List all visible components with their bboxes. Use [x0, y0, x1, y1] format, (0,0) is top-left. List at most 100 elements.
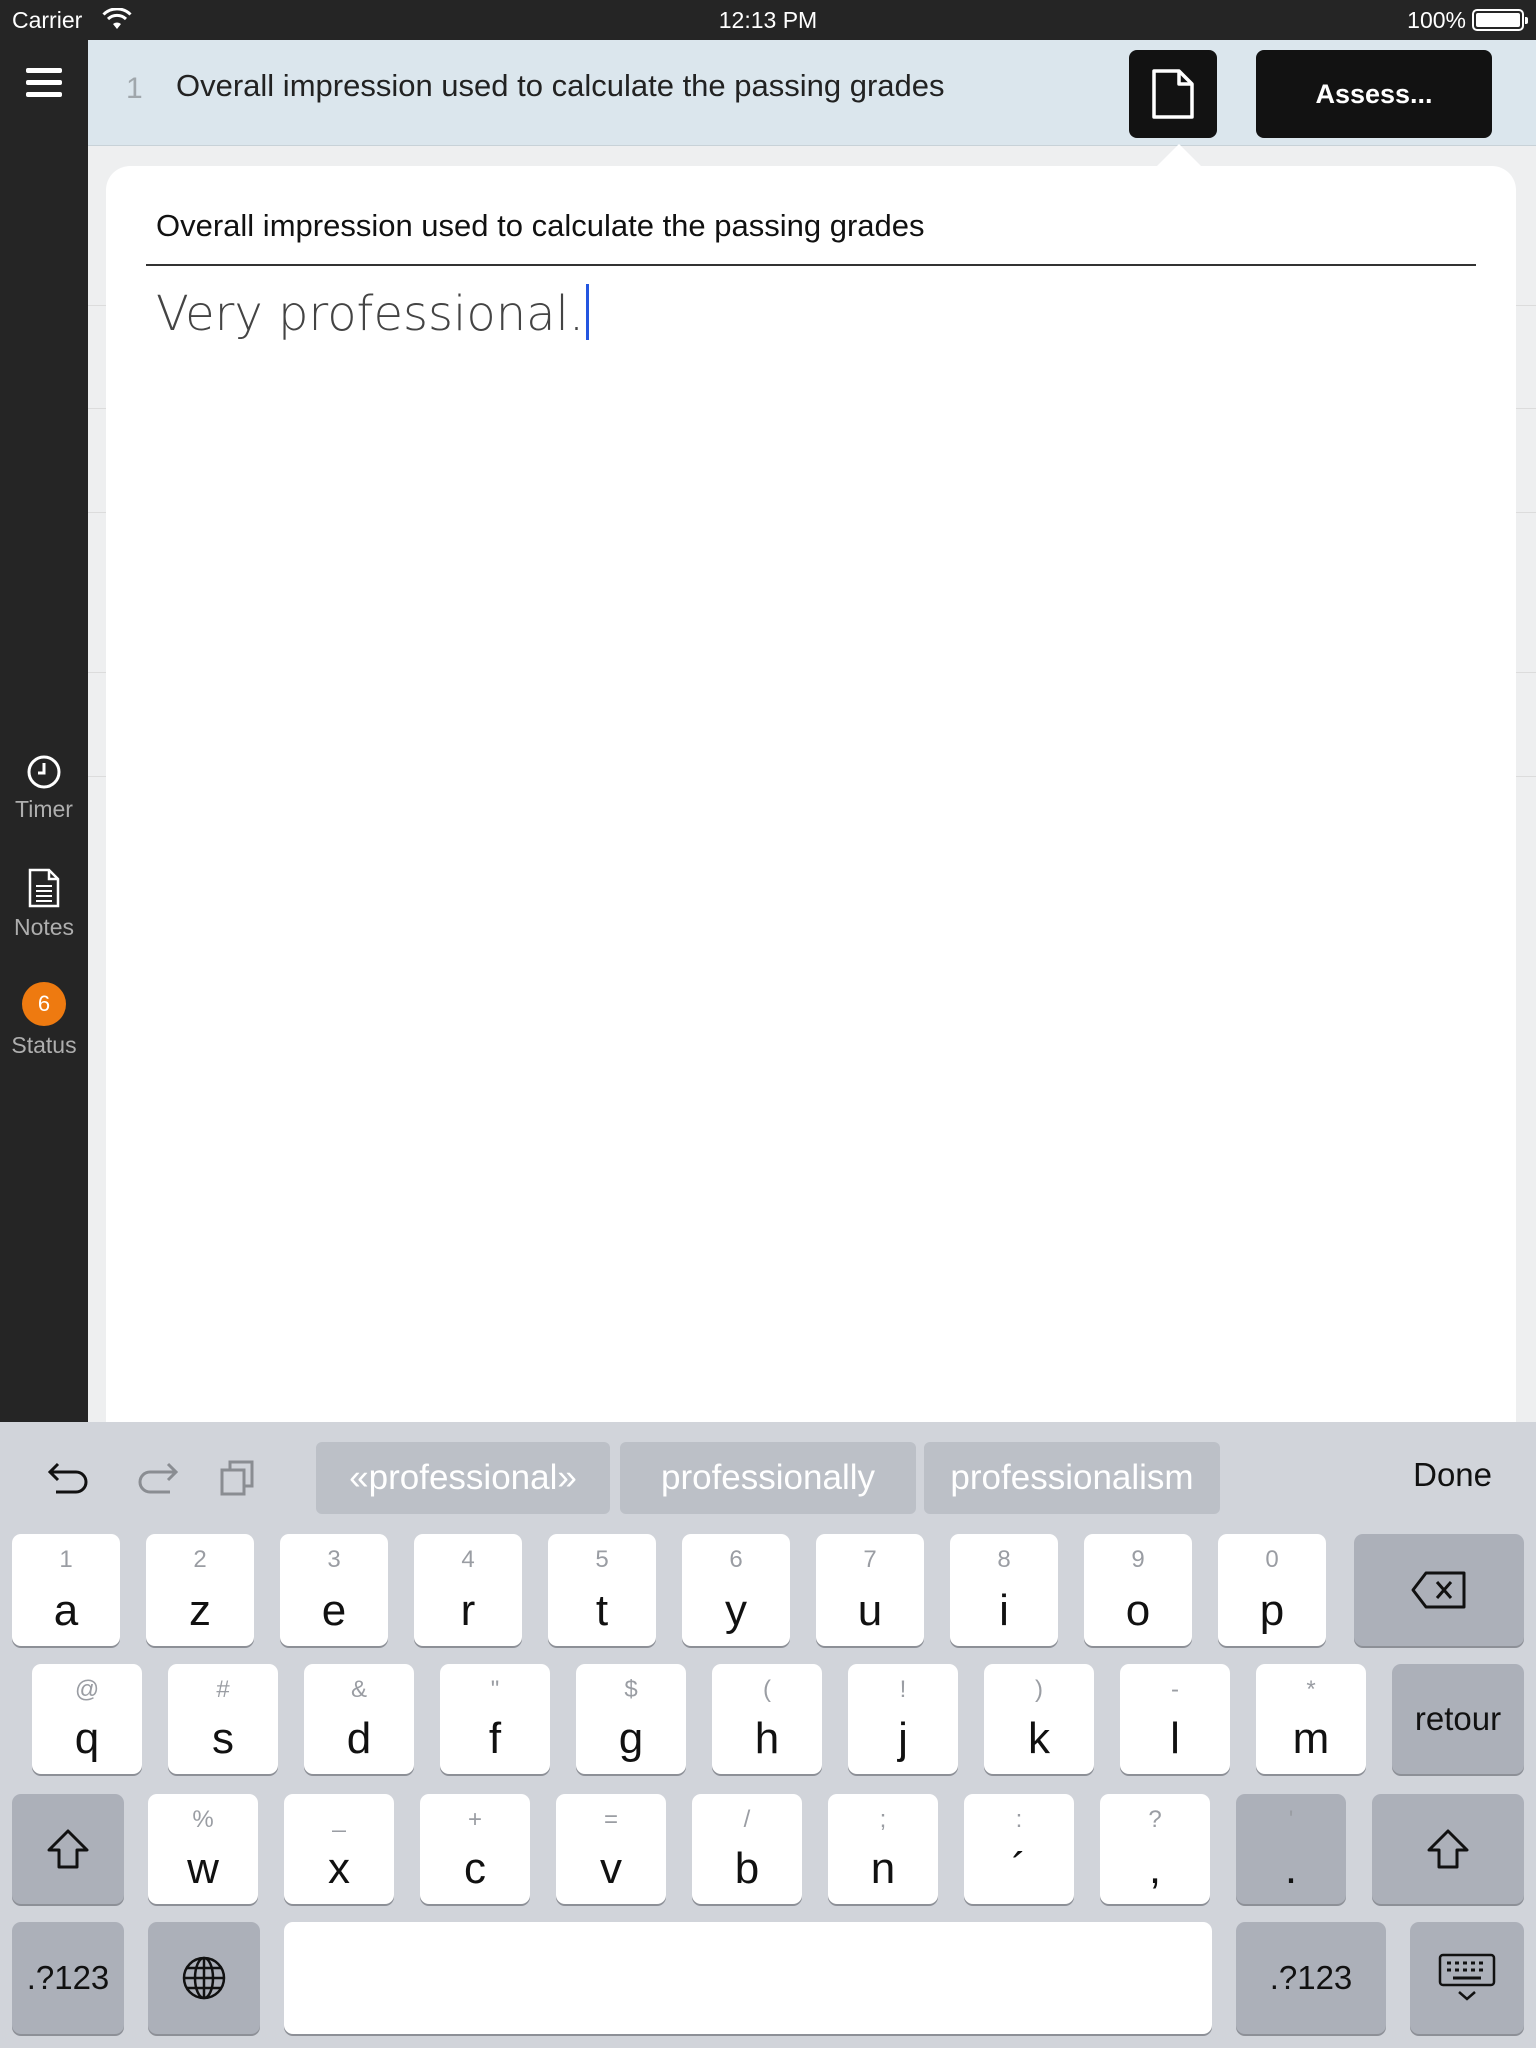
- key-primary-label: p: [1259, 1586, 1285, 1635]
- suggestion-2[interactable]: professionally: [620, 1442, 916, 1514]
- key-primary-label: ,: [1148, 1844, 1162, 1893]
- return-label: retour: [1414, 1700, 1502, 1737]
- key-primary-label: s: [212, 1714, 234, 1763]
- key-punct-6[interactable]: : ´: [964, 1794, 1074, 1904]
- key-secondary-label: 1: [59, 1546, 73, 1573]
- key-secondary-label: -: [1171, 1676, 1179, 1703]
- shift-key-left[interactable]: [12, 1794, 124, 1904]
- key-o[interactable]: 9o: [1084, 1534, 1192, 1646]
- key-g[interactable]: $ g: [576, 1664, 686, 1774]
- key-l[interactable]: -l: [1120, 1664, 1230, 1774]
- key-q[interactable]: @ q: [32, 1664, 142, 1774]
- key-primary-label: a: [53, 1586, 79, 1635]
- key-punct-7[interactable]: ?,: [1100, 1794, 1210, 1904]
- key-c[interactable]: + c: [420, 1794, 530, 1904]
- key-m[interactable]: * m: [1256, 1664, 1366, 1774]
- key-primary-label: o: [1125, 1586, 1151, 1635]
- sidebar-item-notes[interactable]: Notes: [0, 868, 88, 941]
- key-n[interactable]: ; n: [828, 1794, 938, 1904]
- key-secondary-label: 4: [461, 1546, 475, 1573]
- suggestion-1[interactable]: «professional»: [316, 1442, 610, 1514]
- shift-icon: [1427, 1829, 1469, 1869]
- sidebar-item-status[interactable]: 6 Status: [0, 982, 88, 1059]
- key-y[interactable]: 6y: [682, 1534, 790, 1646]
- key-p[interactable]: 0p: [1218, 1534, 1326, 1646]
- key-secondary-label: @: [74, 1676, 100, 1703]
- key-primary-label: r: [460, 1586, 476, 1635]
- numbers-key-right[interactable]: .?123: [1236, 1922, 1386, 2034]
- key-primary-label: f: [488, 1714, 502, 1763]
- key-t[interactable]: 5t: [548, 1534, 656, 1646]
- status-bar: Carrier 12:13 PM 100%: [0, 0, 1536, 40]
- menu-icon[interactable]: [26, 68, 62, 98]
- globe-key[interactable]: [148, 1922, 260, 2034]
- sidebar-item-timer[interactable]: Timer: [0, 754, 88, 823]
- key-secondary-label: :: [1015, 1806, 1023, 1833]
- key-primary-label: x: [328, 1844, 350, 1893]
- key-primary-label: y: [725, 1586, 747, 1635]
- key-x[interactable]: _ x: [284, 1794, 394, 1904]
- key-primary-label: w: [187, 1844, 219, 1893]
- key-secondary-label: *: [1306, 1676, 1316, 1703]
- key-primary-label: j: [898, 1714, 908, 1763]
- key-v[interactable]: = v: [556, 1794, 666, 1904]
- key-z[interactable]: 2z: [146, 1534, 254, 1646]
- numbers-label: .?123: [1269, 1959, 1353, 1996]
- key-secondary-label: 8: [997, 1546, 1011, 1573]
- document-button[interactable]: [1129, 50, 1217, 138]
- key-i[interactable]: 8i: [950, 1534, 1058, 1646]
- keyboard-hide-icon: [1438, 1953, 1496, 2001]
- key-primary-label: h: [754, 1714, 780, 1763]
- key-primary-label: e: [321, 1586, 347, 1635]
- delete-key[interactable]: [1354, 1534, 1524, 1646]
- key-secondary-label: ': [1288, 1806, 1294, 1833]
- key-h[interactable]: (h: [712, 1664, 822, 1774]
- key-primary-label: m: [1292, 1714, 1330, 1763]
- key-primary-label: z: [189, 1586, 211, 1635]
- key-primary-label: c: [464, 1844, 486, 1893]
- key-secondary-label: (: [763, 1676, 771, 1703]
- space-key[interactable]: [284, 1922, 1212, 2034]
- key-secondary-label: 6: [729, 1546, 743, 1573]
- key-s[interactable]: # s: [168, 1664, 278, 1774]
- key-f[interactable]: " f: [440, 1664, 550, 1774]
- key-e[interactable]: 3e: [280, 1534, 388, 1646]
- numbers-key-left[interactable]: .?123: [12, 1922, 124, 2034]
- document-icon: [1152, 69, 1194, 119]
- key-primary-label: n: [870, 1844, 896, 1893]
- key-punct-8[interactable]: '.: [1236, 1794, 1346, 1904]
- key-secondary-label: 0: [1265, 1546, 1279, 1573]
- key-a[interactable]: 1a: [12, 1534, 120, 1646]
- done-button[interactable]: Done: [1413, 1456, 1492, 1494]
- popover-title: Overall impression used to calculate the…: [156, 208, 925, 243]
- key-d[interactable]: & d: [304, 1664, 414, 1774]
- redo-icon[interactable]: [132, 1458, 180, 1498]
- comment-text: Very professional.: [156, 286, 585, 342]
- undo-icon[interactable]: [46, 1458, 94, 1498]
- key-primary-label: t: [595, 1586, 609, 1635]
- key-secondary-label: ": [490, 1676, 500, 1703]
- battery-icon: [1472, 9, 1528, 31]
- key-j[interactable]: ! j: [848, 1664, 958, 1774]
- backspace-icon: [1411, 1571, 1466, 1609]
- key-u[interactable]: 7u: [816, 1534, 924, 1646]
- key-k[interactable]: ) k: [984, 1664, 1094, 1774]
- suggestion-3[interactable]: professionalism: [924, 1442, 1220, 1514]
- return-key[interactable]: retour: [1392, 1664, 1524, 1774]
- key-primary-label: g: [618, 1714, 644, 1763]
- criterion-title[interactable]: Overall impression used to calculate the…: [176, 68, 945, 104]
- comment-textarea[interactable]: Very professional.: [156, 284, 590, 342]
- key-r[interactable]: 4r: [414, 1534, 522, 1646]
- shift-key-right[interactable]: [1372, 1794, 1524, 1904]
- paste-icon[interactable]: [218, 1458, 258, 1498]
- key-w[interactable]: % w: [148, 1794, 258, 1904]
- key-b[interactable]: / b: [692, 1794, 802, 1904]
- status-label: Status: [11, 1032, 77, 1058]
- key-primary-label: q: [74, 1714, 100, 1763]
- keyboard: «professional» professionally profession…: [0, 1422, 1536, 2048]
- hide-keyboard-key[interactable]: [1410, 1922, 1524, 2034]
- battery-percentage: 100%: [1407, 7, 1466, 33]
- assess-button[interactable]: Assess...: [1256, 50, 1492, 138]
- key-secondary-label: #: [216, 1676, 230, 1703]
- keyboard-toolbar: «professional» professionally profession…: [0, 1422, 1536, 1532]
